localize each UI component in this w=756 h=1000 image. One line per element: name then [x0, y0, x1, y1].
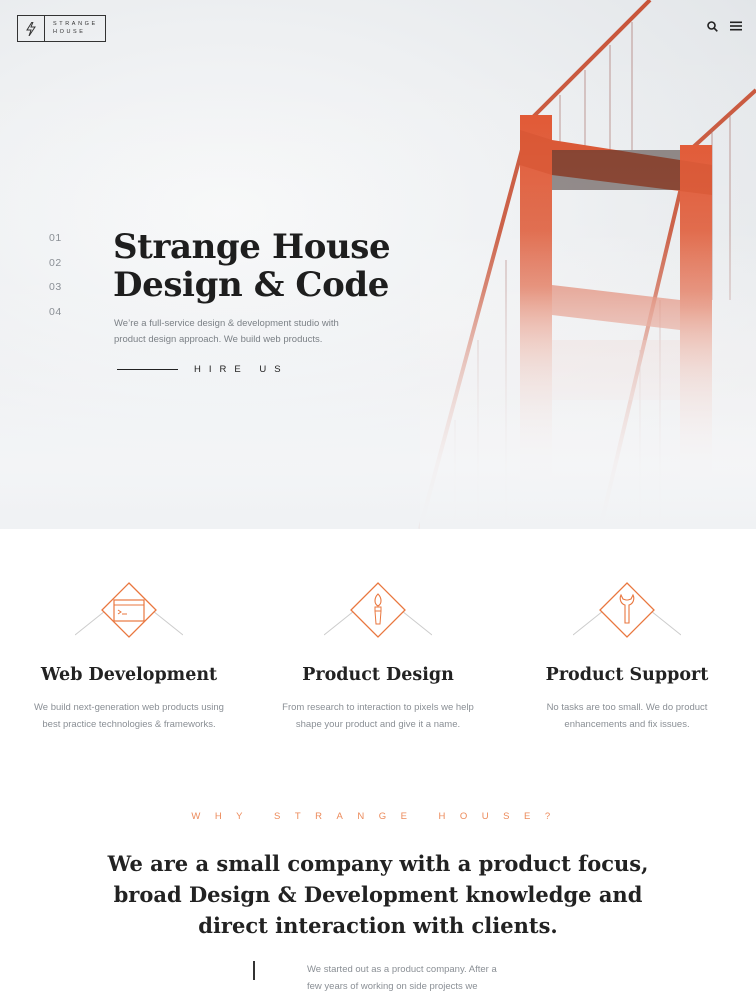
hero-title-line1: Strange House [113, 227, 391, 267]
service-title: Web Development [40, 665, 218, 685]
service-description-line1: From research to interaction to pixels w… [282, 702, 474, 713]
why-body-line1: We started out as a product company. Aft… [307, 964, 497, 975]
why-title-line2: broad Design & Development knowledge and [113, 882, 643, 907]
hero-subtitle: We’re a full-service design & developmen… [114, 316, 374, 347]
wrench-icon [573, 582, 681, 638]
slide-number-1[interactable]: 01 [49, 232, 62, 257]
why-body-line2: few years of working on side projects we [307, 980, 478, 992]
service-title: Product Support [545, 665, 709, 685]
why-divider-bar [253, 961, 255, 980]
slide-number-2[interactable]: 02 [49, 257, 62, 282]
paintbrush-icon [324, 582, 432, 638]
hire-us-button[interactable]: HIRE US [117, 364, 289, 375]
why-section-title: We are a small company with a product fo… [0, 848, 756, 941]
service-title: Product Design [302, 665, 454, 685]
service-description-line2: enhancements and fix issues. [564, 718, 690, 730]
logo-text-line2: HOUSE [53, 28, 86, 35]
hamburger-icon[interactable] [730, 20, 742, 32]
slider-pagination: 01 02 03 04 [49, 232, 62, 330]
hero-subtitle-line2: product design approach. We build web pr… [114, 333, 323, 345]
service-description: We build next-generation web products us… [0, 700, 258, 733]
hero-title: Strange House Design & Code [113, 228, 433, 304]
service-description-line2: shape your product and give it a name. [295, 718, 461, 730]
service-description: From research to interaction to pixels w… [249, 700, 507, 733]
service-description-line1: We build next-generation web products us… [34, 702, 224, 713]
service-description-line1: No tasks are too small. We do product [546, 702, 708, 713]
hero-title-line2: Design & Code [113, 265, 389, 305]
why-title-line1: We are a small company with a product fo… [107, 851, 649, 876]
hire-us-label: HIRE US [194, 364, 289, 375]
logo-text-line1: STRANGE [53, 21, 98, 27]
hire-us-line [117, 368, 178, 371]
why-body-text: We started out as a product company. Aft… [307, 962, 527, 995]
why-title-line3: direct interaction with clients. [198, 913, 558, 938]
slide-number-4[interactable]: 04 [49, 306, 62, 331]
search-icon[interactable] [706, 20, 718, 32]
service-description: No tasks are too small. We do product en… [498, 700, 756, 733]
service-description-line2: best practice technologies & frameworks. [42, 718, 216, 730]
why-section-label: WHY STRANGE HOUSE? [191, 811, 565, 822]
services-section: Web Development We build next-generation… [0, 529, 756, 759]
logo[interactable]: STRANGE HOUSE [17, 15, 106, 42]
hero-section: STRANGE HOUSE 01 02 03 04 Strange House … [0, 0, 756, 529]
lightning-bolt-icon [18, 16, 45, 41]
hero-subtitle-line1: We’re a full-service design & developmen… [114, 318, 339, 329]
slide-number-3[interactable]: 03 [49, 281, 62, 306]
browser-window-icon [75, 582, 183, 638]
